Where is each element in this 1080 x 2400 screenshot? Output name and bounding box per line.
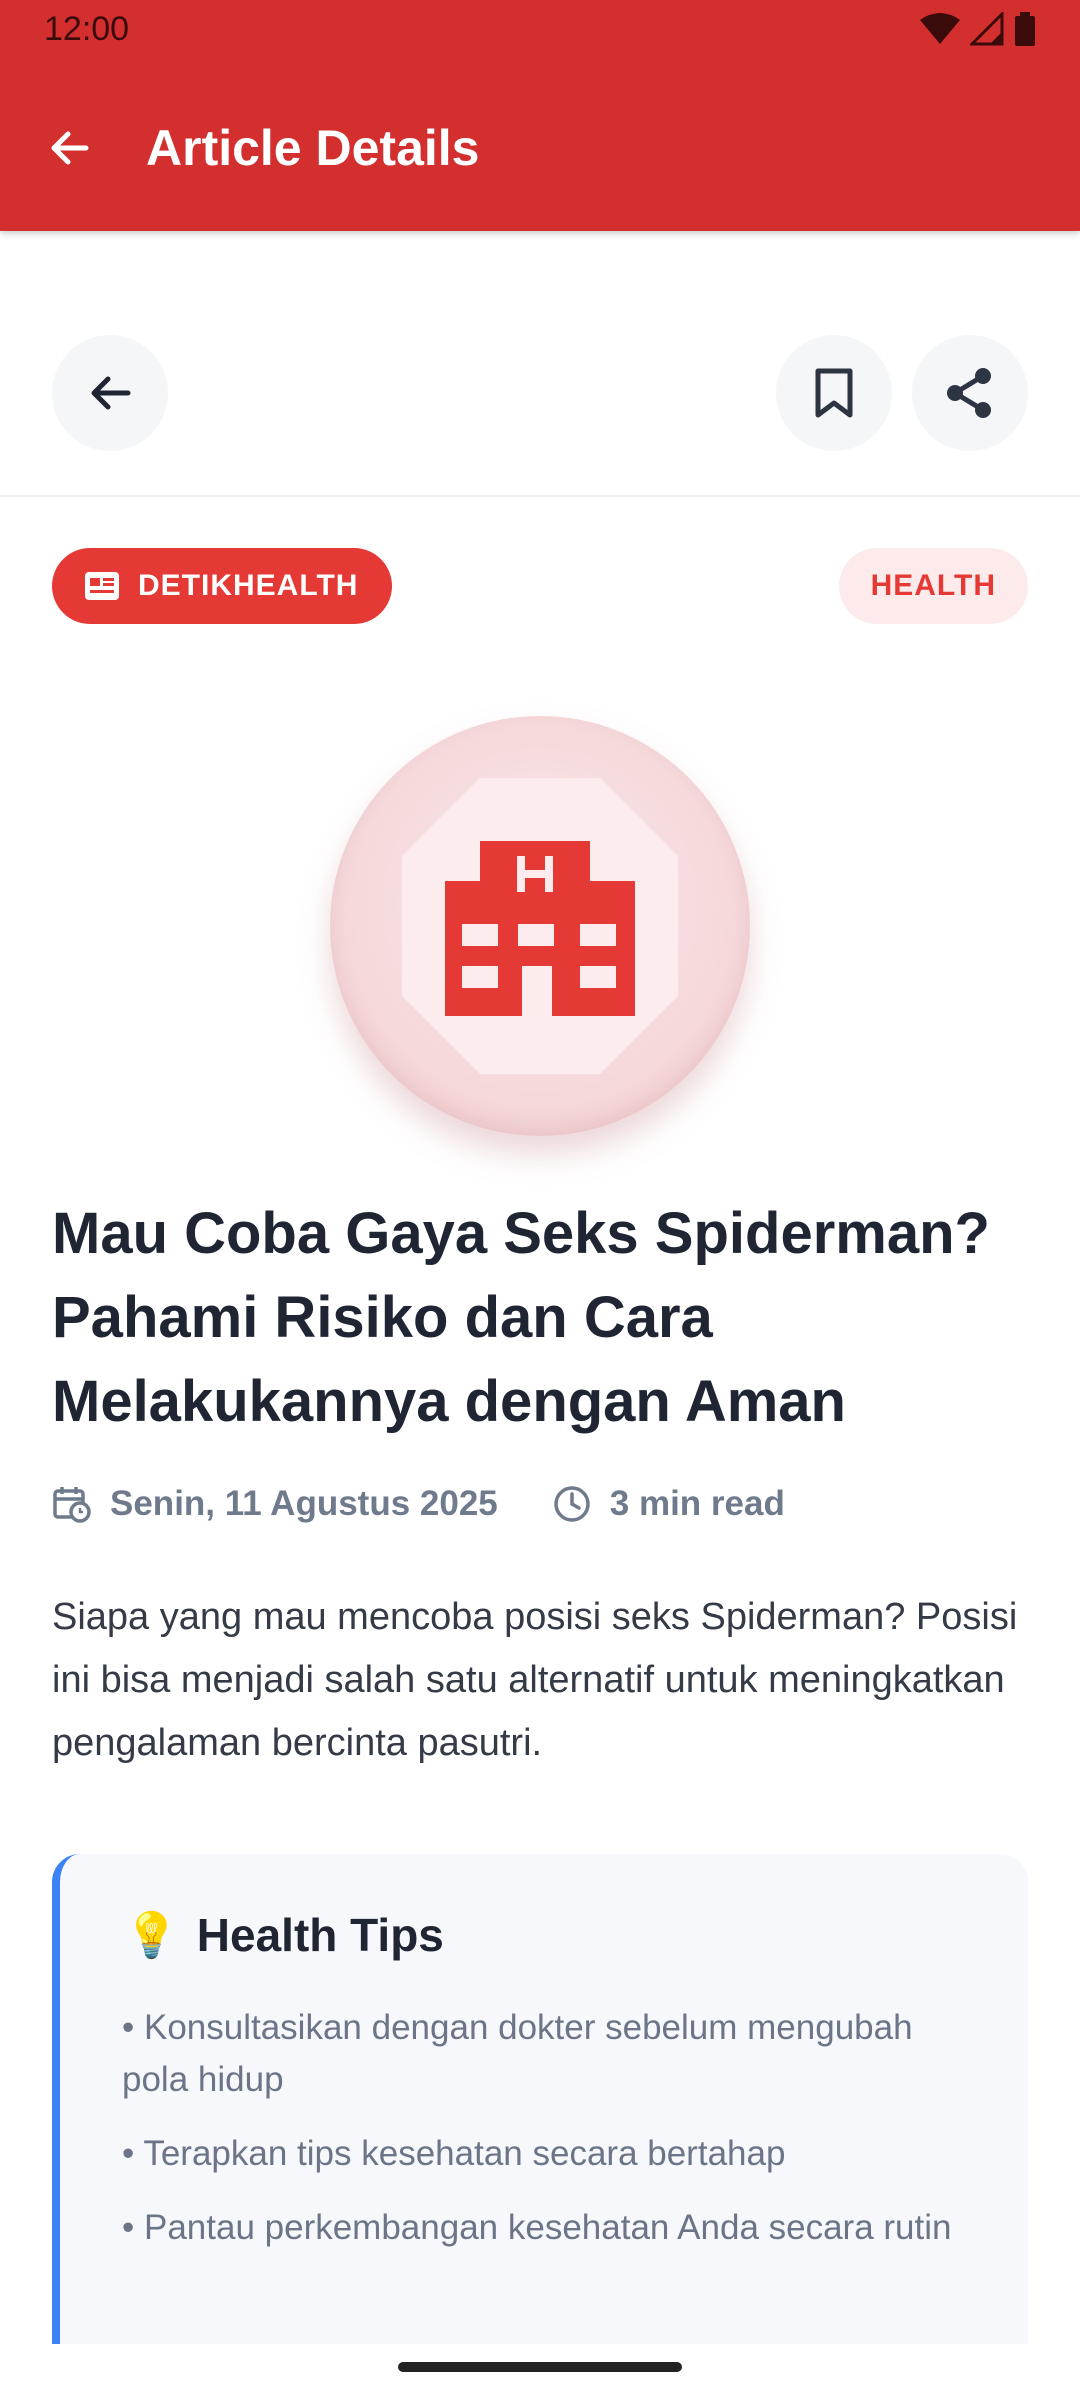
arrow-left-icon: [91, 376, 131, 410]
arrow-left-icon: [51, 131, 89, 165]
status-icons: [920, 12, 1036, 46]
page-title: Article Details: [146, 120, 480, 176]
back-button[interactable]: [52, 335, 168, 451]
newspaper-icon: [85, 572, 119, 600]
hospital-icon: [402, 778, 678, 1074]
calendar-clock-icon: [53, 1487, 91, 1523]
app-bar: 12:00 Article Details: [0, 0, 1080, 231]
health-tips-card: 💡 Health Tips • Konsultasikan dengan dok…: [52, 1854, 1028, 2344]
tips-title: Health Tips: [196, 1909, 444, 1961]
tip-item: • Konsultasikan dengan dokter sebelum me…: [122, 2008, 913, 2099]
article-date: Senin, 11 Agustus 2025: [110, 1484, 498, 1523]
signal-icon: [970, 12, 1004, 46]
tip-item: • Pantau perkembangan kesehatan Anda sec…: [122, 2208, 952, 2247]
clock-icon: [554, 1486, 590, 1522]
wifi-icon: [920, 13, 960, 44]
date-item: Senin, 11 Agustus 2025: [52, 1484, 498, 1524]
category-badge: HEALTH: [838, 548, 1028, 624]
tip-item: • Terapkan tips kesehatan secara bertaha…: [122, 2134, 786, 2173]
article-summary: Siapa yang mau mencoba posisi seks Spide…: [52, 1596, 1018, 1764]
bookmark-icon: [815, 368, 853, 418]
article-title: Mau Coba Gaya Seks Spiderman? Pahami Ris…: [52, 1201, 990, 1434]
status-time: 12:00: [44, 10, 130, 48]
lightbulb-icon: 💡: [124, 1911, 179, 1960]
source-badge: DETIKHEALTH: [52, 548, 393, 624]
tips-list: • Konsultasikan dengan dokter sebelum me…: [122, 2002, 982, 2276]
category-label: HEALTH: [870, 569, 996, 602]
tips-header: 💡 Health Tips: [124, 1908, 444, 1962]
share-icon: [947, 368, 991, 418]
action-row: [0, 231, 1080, 497]
hero-image: [330, 716, 750, 1136]
battery-icon: [1015, 12, 1035, 46]
article-meta: Senin, 11 Agustus 2025 3 min read: [52, 1484, 785, 1524]
bookmark-button[interactable]: [776, 335, 892, 451]
source-label: DETIKHEALTH: [138, 569, 359, 602]
appbar-back-button[interactable]: [40, 118, 100, 178]
read-time: 3 min read: [609, 1484, 785, 1523]
share-button[interactable]: [912, 335, 1028, 451]
home-indicator[interactable]: [398, 2362, 682, 2372]
read-time-item: 3 min read: [552, 1484, 785, 1524]
